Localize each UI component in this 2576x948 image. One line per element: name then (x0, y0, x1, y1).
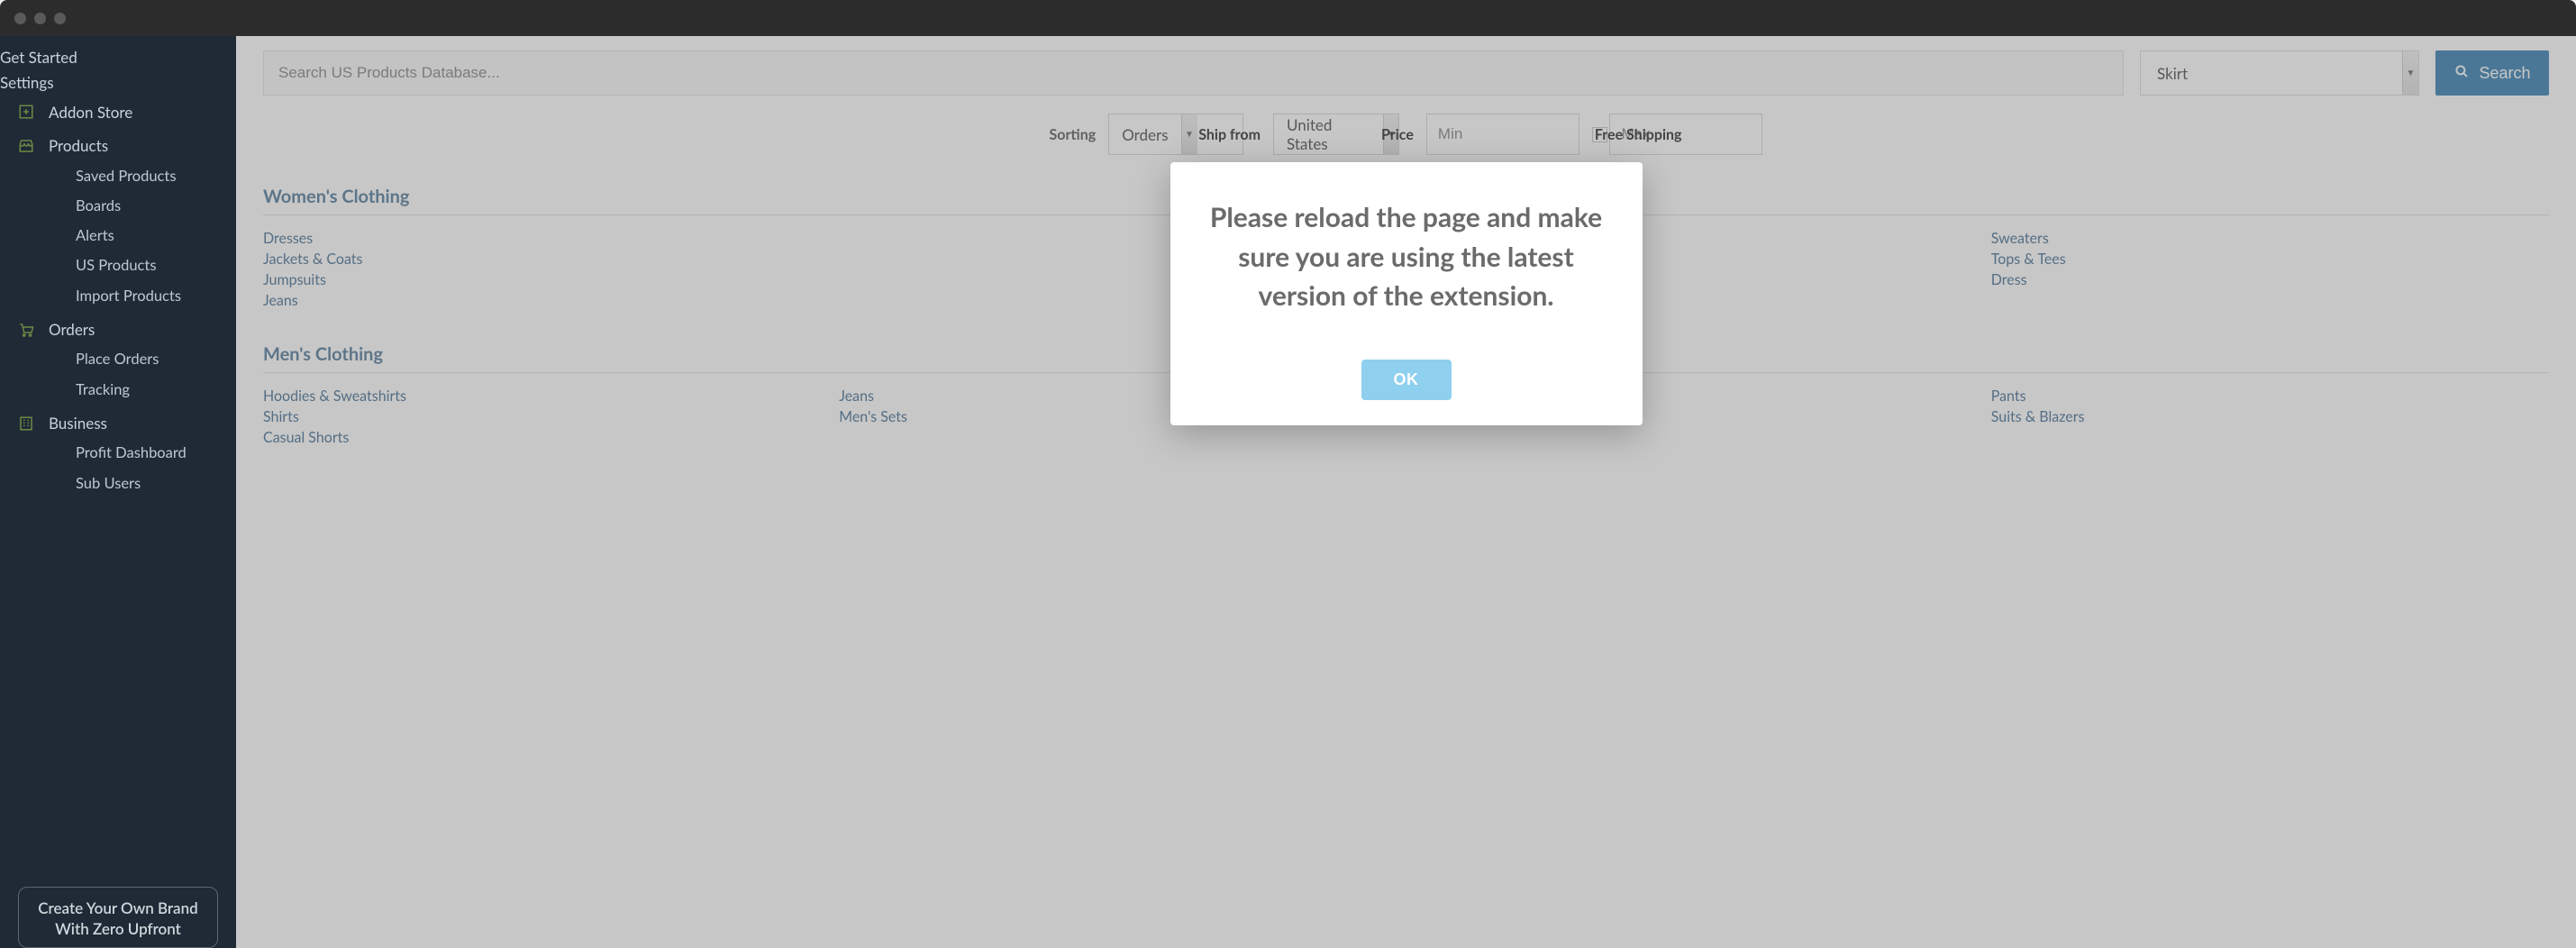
sidebar-item-label: Saved Products (76, 166, 176, 187)
price-label: Price (1381, 126, 1414, 143)
main-content: Skirt ▼ Search Sorting Orders ▼ (236, 36, 2576, 948)
sidebar-item-boards[interactable]: Boards (0, 191, 236, 221)
free-shipping-label: Free Shipping (1595, 126, 1682, 143)
sidebar-item-label: Import Products (76, 286, 181, 306)
maximize-window-icon[interactable] (54, 13, 66, 24)
sidebar-item-label: Place Orders (76, 349, 159, 369)
sidebar-item-label: Boards (76, 196, 121, 216)
window-controls (14, 13, 66, 24)
sidebar-item-label: Addon Store (49, 102, 132, 123)
sidebar-item-business[interactable]: Business (0, 408, 236, 439)
sidebar-item-settings[interactable]: Settings (0, 70, 236, 96)
promo-text: Create Your Own Brand With Zero Upfront (38, 898, 197, 938)
sidebar-item-label: US Products (76, 255, 156, 276)
sidebar-item-addon-store[interactable]: Addon Store (0, 97, 236, 128)
cart-icon (16, 320, 36, 340)
sidebar-item-tracking[interactable]: Tracking (0, 375, 236, 405)
sidebar-item-us-products[interactable]: US Products (0, 251, 236, 280)
sidebar-item-label: Alerts (76, 225, 114, 246)
sidebar-item-alerts[interactable]: Alerts (0, 221, 236, 251)
sidebar-item-sub-users[interactable]: Sub Users (0, 469, 236, 498)
sidebar-item-label: Get Started (0, 47, 77, 68)
sidebar-item-get-started[interactable]: Get Started (0, 45, 236, 70)
close-window-icon[interactable] (14, 13, 26, 24)
app-window: Get Started Settings Addon Store (0, 0, 2576, 948)
plus-box-icon (16, 102, 36, 122)
minimize-window-icon[interactable] (34, 13, 46, 24)
sidebar-item-label: Business (49, 413, 107, 434)
reload-modal: Please reload the page and make sure you… (1170, 162, 1643, 425)
modal-ok-button[interactable]: OK (1361, 360, 1452, 400)
modal-message: Please reload the page and make sure you… (1197, 198, 1616, 316)
sidebar-item-products[interactable]: Products (0, 131, 236, 161)
shipfrom-label: Ship from (1198, 126, 1261, 143)
sidebar-item-label: Products (49, 135, 108, 157)
sidebar-item-import-products[interactable]: Import Products (0, 281, 236, 311)
sidebar-item-label: Orders (49, 319, 95, 341)
sidebar-item-place-orders[interactable]: Place Orders (0, 344, 236, 374)
sidebar-item-label: Settings (0, 72, 54, 94)
titlebar (0, 0, 2576, 36)
building-icon (16, 414, 36, 433)
sidebar-item-label: Sub Users (76, 473, 141, 494)
sidebar: Get Started Settings Addon Store (0, 36, 236, 948)
sidebar-item-label: Tracking (76, 379, 130, 400)
sidebar-item-label: Profit Dashboard (76, 442, 187, 463)
modal-overlay: Please reload the page and make sure you… (236, 36, 2576, 948)
sidebar-item-saved-products[interactable]: Saved Products (0, 161, 236, 191)
store-icon (16, 136, 36, 156)
app-body: Get Started Settings Addon Store (0, 36, 2576, 948)
sidebar-item-orders[interactable]: Orders (0, 314, 236, 345)
sidebar-promo[interactable]: Create Your Own Brand With Zero Upfront (18, 887, 218, 948)
sidebar-item-profit-dashboard[interactable]: Profit Dashboard (0, 438, 236, 468)
